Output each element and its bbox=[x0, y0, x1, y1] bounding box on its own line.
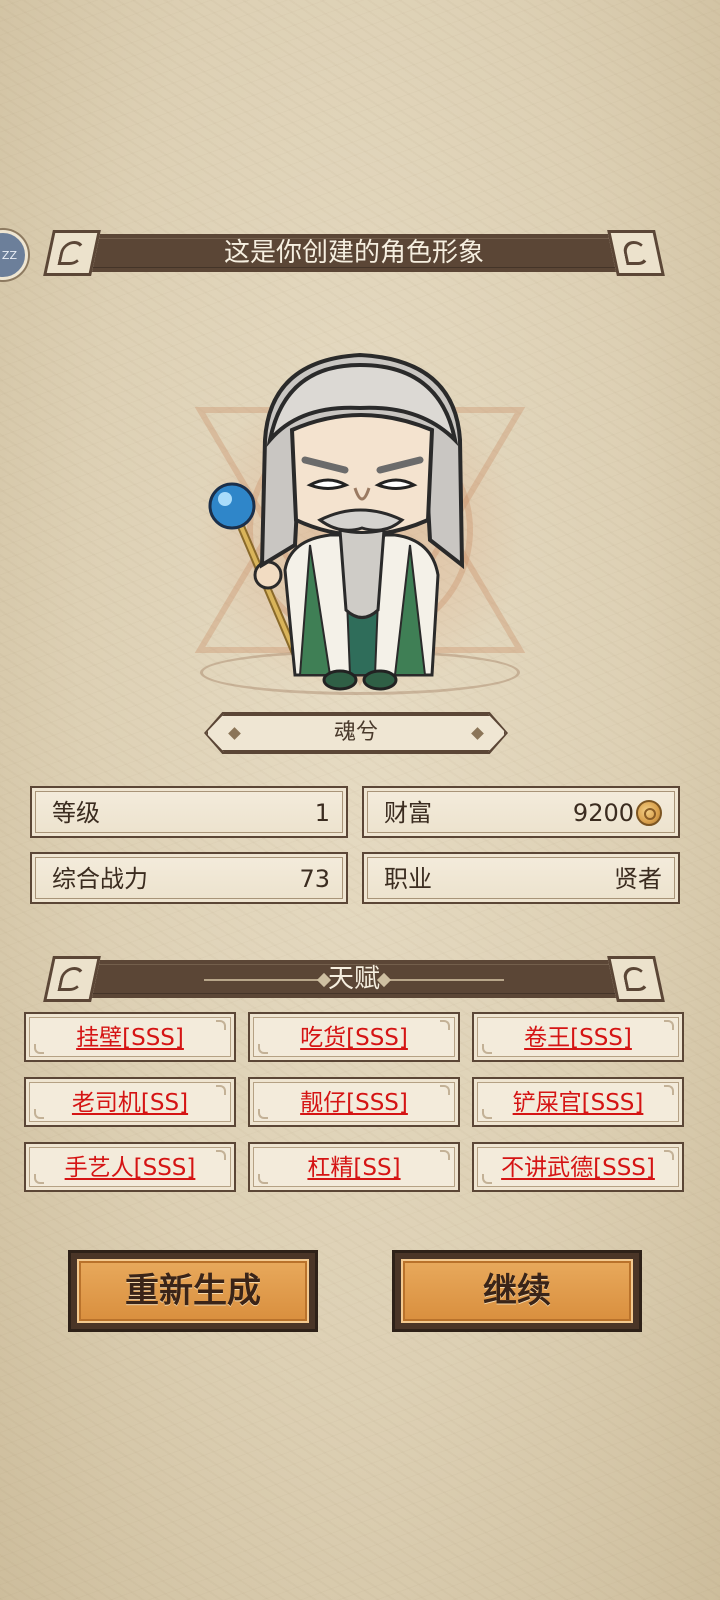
stat-value: 73 bbox=[299, 865, 330, 893]
talent-item[interactable]: 靓仔[SSS] bbox=[248, 1077, 460, 1127]
talent-item[interactable]: 卷王[SSS] bbox=[472, 1012, 684, 1062]
character-display bbox=[170, 320, 550, 700]
character-name: 魂兮 bbox=[333, 720, 378, 745]
regenerate-button-label[interactable]: 重新生成 bbox=[71, 1253, 315, 1329]
talent-item[interactable]: 手艺人[SSS] bbox=[24, 1142, 236, 1192]
talent-label[interactable]: 不讲武德[SSS] bbox=[474, 1144, 682, 1192]
coin-icon bbox=[636, 800, 662, 826]
stat-wealth: 财富 9200 bbox=[362, 786, 680, 838]
side-badge-text: ZZ bbox=[1, 249, 17, 262]
sage-character-icon bbox=[208, 352, 465, 691]
continue-button[interactable]: 继续 bbox=[392, 1250, 642, 1332]
stat-label: 财富 bbox=[384, 799, 432, 827]
stat-power: 综合战力 73 bbox=[30, 852, 348, 904]
stat-value: 贤者 bbox=[614, 865, 662, 893]
talent-label[interactable]: 挂壁[SSS] bbox=[26, 1014, 234, 1062]
talent-item[interactable]: 吃货[SSS] bbox=[248, 1012, 460, 1062]
talent-label[interactable]: 铲屎官[SSS] bbox=[474, 1079, 682, 1127]
talent-item[interactable]: 不讲武德[SSS] bbox=[472, 1142, 684, 1192]
talent-banner: 天赋 bbox=[43, 956, 665, 1002]
continue-button-label[interactable]: 继续 bbox=[395, 1253, 639, 1329]
name-plate: 魂兮 bbox=[206, 714, 506, 752]
talent-item[interactable]: 铲屎官[SSS] bbox=[472, 1077, 684, 1127]
page-title: 这是你创建的角色形象 bbox=[223, 238, 484, 268]
talent-label[interactable]: 手艺人[SSS] bbox=[26, 1144, 234, 1192]
talent-label[interactable]: 靓仔[SSS] bbox=[250, 1079, 458, 1127]
stat-label: 等级 bbox=[52, 799, 100, 827]
talent-item[interactable]: 挂壁[SSS] bbox=[24, 1012, 236, 1062]
regenerate-button[interactable]: 重新生成 bbox=[68, 1250, 318, 1332]
side-avatar-button[interactable]: ZZ bbox=[0, 230, 28, 280]
header-banner: 这是你创建的角色形象 bbox=[43, 230, 665, 276]
stat-value: 1 bbox=[314, 799, 330, 827]
stat-label: 综合战力 bbox=[52, 865, 148, 893]
talent-label[interactable]: 吃货[SSS] bbox=[250, 1014, 458, 1062]
talent-label[interactable]: 杠精[SS] bbox=[250, 1144, 458, 1192]
talent-item[interactable]: 老司机[SS] bbox=[24, 1077, 236, 1127]
talent-section-title: 天赋 bbox=[327, 964, 380, 994]
stat-value-wrap: 9200 bbox=[573, 788, 662, 838]
stat-value: 9200 bbox=[572, 799, 634, 827]
stat-class: 职业 贤者 bbox=[362, 852, 680, 904]
talent-label[interactable]: 卷王[SSS] bbox=[474, 1014, 682, 1062]
stat-level: 等级 1 bbox=[30, 786, 348, 838]
talent-item[interactable]: 杠精[SS] bbox=[248, 1142, 460, 1192]
stat-label: 职业 bbox=[384, 865, 432, 893]
talent-label[interactable]: 老司机[SS] bbox=[26, 1079, 234, 1127]
